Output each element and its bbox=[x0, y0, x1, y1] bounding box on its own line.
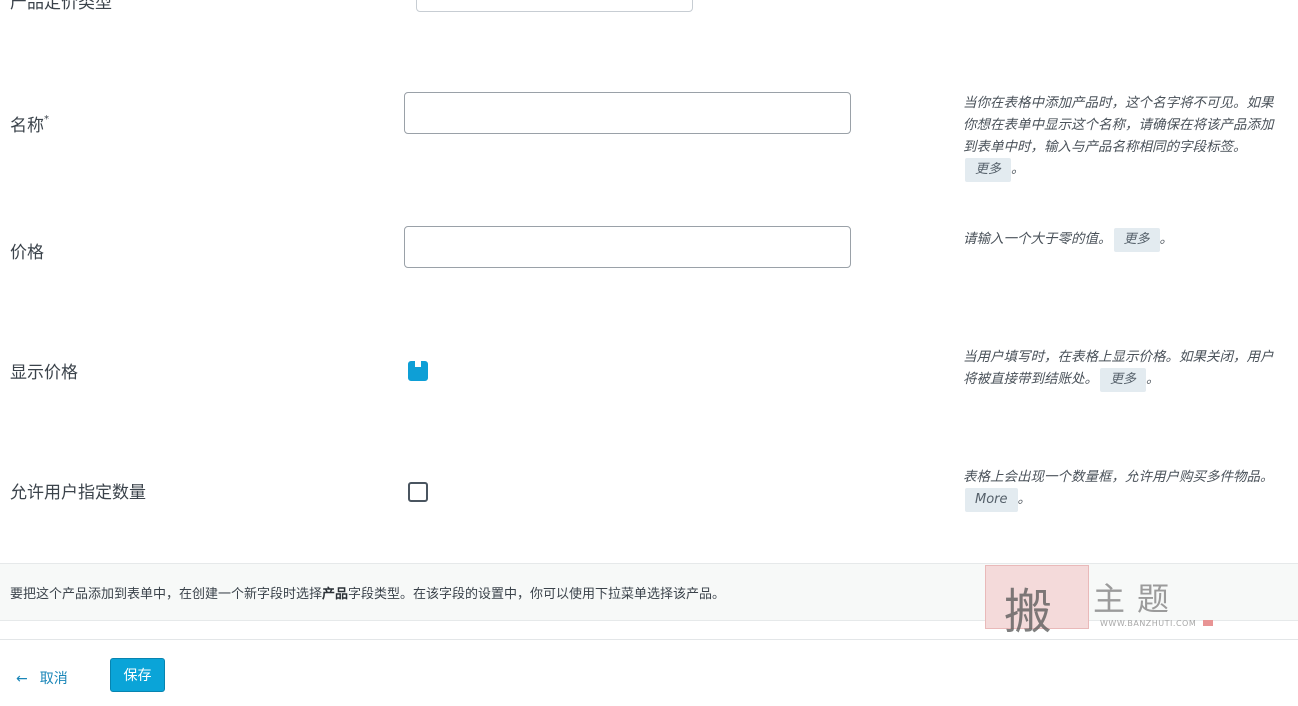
footer-divider bbox=[0, 639, 1298, 640]
cancel-label: 取消 bbox=[39, 671, 68, 687]
watermark-dot bbox=[1203, 620, 1213, 626]
info-text-after: 字段类型。在该字段的设置中，你可以使用下拉菜单选择该产品。 bbox=[348, 587, 726, 602]
name-input[interactable] bbox=[404, 92, 851, 134]
price-more-link[interactable]: 更多 bbox=[1113, 228, 1160, 252]
info-text: 要把这个产品添加到表单中，在创建一个新字段时选择产品字段类型。在该字段的设置中，… bbox=[10, 583, 725, 602]
watermark-seal: 搬 bbox=[985, 565, 1089, 640]
pricing-type-select[interactable] bbox=[416, 0, 693, 12]
name-label: 名称* bbox=[10, 111, 49, 136]
watermark-seal-char: 搬 bbox=[1004, 584, 1053, 640]
price-help: 请输入一个大于零的值。 更多。 bbox=[963, 228, 1285, 252]
watermark-logo: 搬 主题 WWW.BANZHUTI.COM bbox=[985, 562, 1215, 640]
name-help-end: 。 bbox=[1011, 161, 1025, 177]
allow-quantity-more-link[interactable]: More bbox=[965, 488, 1018, 512]
allow-quantity-help-text: 表格上会出现一个数量框，允许用户购买多件物品。 bbox=[963, 469, 1274, 485]
allow-quantity-checkbox[interactable] bbox=[408, 482, 428, 502]
price-label: 价格 bbox=[10, 243, 44, 263]
required-mark: * bbox=[44, 114, 49, 126]
info-text-bold: 产品 bbox=[322, 587, 349, 602]
show-price-checkbox[interactable] bbox=[408, 361, 428, 381]
price-help-text: 请输入一个大于零的值。 bbox=[963, 231, 1112, 247]
name-label-text: 名称 bbox=[10, 116, 44, 136]
show-price-help-end: 。 bbox=[1146, 371, 1160, 387]
allow-quantity-help: 表格上会出现一个数量框，允许用户购买多件物品。 More。 bbox=[963, 466, 1285, 512]
show-price-more-link[interactable]: 更多 bbox=[1100, 368, 1147, 392]
watermark-url: WWW.BANZHUTI.COM bbox=[1100, 619, 1197, 628]
pricing-type-label: 产品定价类型 bbox=[10, 0, 112, 13]
allow-quantity-help-end: 。 bbox=[1017, 491, 1032, 507]
show-price-label: 显示价格 bbox=[10, 363, 78, 383]
name-more-link[interactable]: 更多 bbox=[965, 158, 1012, 182]
name-help: 当你在表格中添加产品时，这个名字将不可见。如果你想在表单中显示这个名称，请确保在… bbox=[963, 92, 1285, 182]
name-help-text: 当你在表格中添加产品时，这个名字将不可见。如果你想在表单中显示这个名称，请确保在… bbox=[963, 95, 1274, 155]
watermark-title: 主题 bbox=[1093, 580, 1182, 618]
cancel-link[interactable]: ← 取消 bbox=[16, 668, 68, 688]
show-price-help: 当用户填写时，在表格上显示价格。如果关闭，用户将被直接带到结账处。 更多。 bbox=[963, 346, 1285, 392]
price-input[interactable] bbox=[404, 226, 851, 268]
info-text-before: 要把这个产品添加到表单中，在创建一个新字段时选择 bbox=[10, 587, 323, 602]
allow-quantity-label: 允许用户指定数量 bbox=[10, 483, 146, 503]
price-help-end: 。 bbox=[1159, 231, 1174, 247]
back-arrow-icon: ← bbox=[16, 671, 28, 687]
save-button[interactable]: 保存 bbox=[110, 658, 165, 692]
